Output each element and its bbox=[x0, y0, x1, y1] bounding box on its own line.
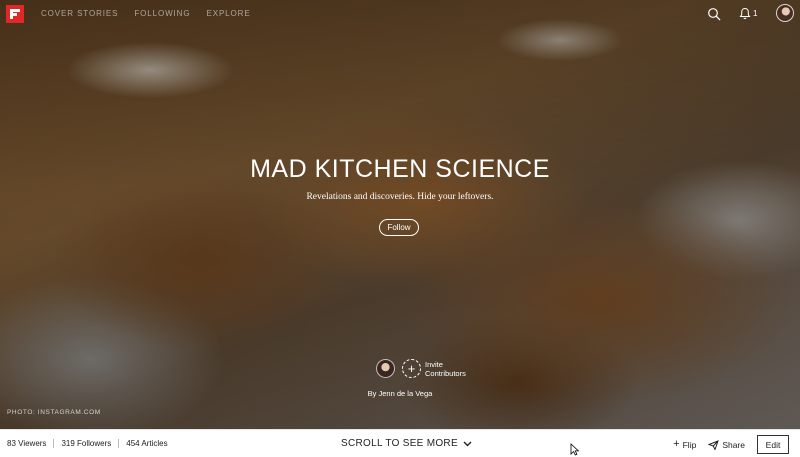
user-avatar[interactable] bbox=[776, 4, 794, 22]
followers-count[interactable]: 319 Followers bbox=[61, 439, 111, 448]
mouse-cursor-icon bbox=[570, 443, 579, 456]
flip-label: Flip bbox=[682, 439, 697, 450]
plus-icon: + bbox=[673, 438, 680, 450]
invite-label-line2: Contributors bbox=[425, 369, 466, 378]
invite-label-line1: Invite bbox=[425, 360, 443, 369]
share-label: Share bbox=[722, 439, 745, 450]
share-button[interactable]: Share bbox=[708, 440, 745, 450]
top-navigation: Cover Stories Following Explore 1 bbox=[0, 0, 800, 28]
main-nav: Cover Stories Following Explore bbox=[41, 9, 251, 18]
viewers-count: 83 Viewers bbox=[7, 439, 47, 448]
invite-contributors-button[interactable]: + bbox=[402, 359, 421, 378]
articles-count: 454 Articles bbox=[126, 439, 168, 448]
edit-button[interactable]: Edit bbox=[757, 435, 789, 454]
magazine-description: Revelations and discoveries. Hide your l… bbox=[306, 192, 494, 202]
flipboard-logo-icon[interactable] bbox=[6, 5, 24, 23]
magazine-stats: 83 Viewers 319 Followers 454 Articles bbox=[7, 439, 168, 448]
magazine-actions: + Flip Share Edit bbox=[673, 435, 789, 454]
scroll-label: SCROLL TO SEE MORE bbox=[341, 438, 458, 449]
magazine-header: MAD KITCHEN SCIENCE Revelations and disc… bbox=[0, 0, 800, 429]
divider bbox=[53, 439, 55, 448]
search-icon[interactable] bbox=[707, 7, 721, 21]
scroll-to-see-more-button[interactable]: SCROLL TO SEE MORE bbox=[341, 438, 472, 449]
nav-explore[interactable]: Explore bbox=[206, 9, 250, 18]
send-icon bbox=[708, 439, 720, 450]
notifications-button[interactable]: 1 bbox=[739, 7, 757, 20]
bottom-bar: 83 Viewers 319 Followers 454 Articles SC… bbox=[0, 429, 800, 457]
photo-credit: PHOTO: INSTAGRAM.COM bbox=[7, 409, 101, 416]
nav-cover-stories[interactable]: Cover Stories bbox=[41, 9, 118, 18]
curator-byline[interactable]: By Jenn de la Vega bbox=[0, 389, 800, 398]
chevron-down-icon bbox=[463, 441, 472, 446]
divider bbox=[118, 439, 120, 448]
follow-button[interactable]: Follow bbox=[379, 219, 419, 236]
bell-icon bbox=[739, 7, 751, 20]
plus-icon: + bbox=[407, 361, 416, 376]
magazine-title: MAD KITCHEN SCIENCE bbox=[250, 155, 550, 183]
curator-avatar[interactable] bbox=[376, 359, 395, 378]
nav-following[interactable]: Following bbox=[134, 9, 190, 18]
notification-count: 1 bbox=[753, 9, 758, 18]
invite-contributors-label[interactable]: Invite Contributors bbox=[425, 360, 466, 378]
flip-button[interactable]: + Flip bbox=[673, 439, 696, 450]
